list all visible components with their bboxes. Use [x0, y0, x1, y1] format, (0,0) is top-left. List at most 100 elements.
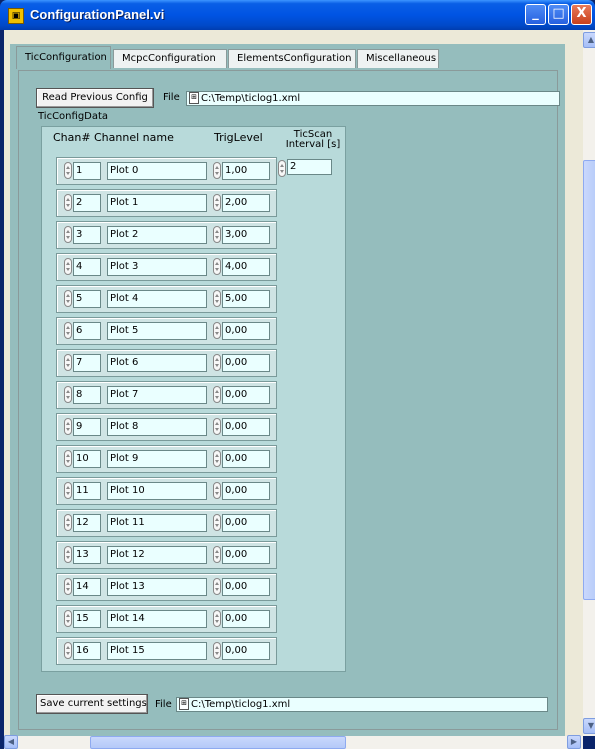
chan-spin-icon[interactable]	[64, 226, 72, 243]
channel-name-field[interactable]: Plot 5	[107, 322, 207, 340]
chan-number-field[interactable]: 8	[73, 386, 101, 404]
close-button[interactable]: X	[571, 4, 592, 25]
channel-name-field[interactable]: Plot 1	[107, 194, 207, 212]
chan-spin-icon[interactable]	[64, 354, 72, 371]
scroll-up-icon[interactable]: ▲	[583, 32, 595, 48]
chan-spin-icon[interactable]	[64, 162, 72, 179]
vertical-scroll-thumb[interactable]	[583, 160, 595, 600]
triglevel-field[interactable]: 4,00	[222, 258, 270, 276]
chan-spin-icon[interactable]	[64, 386, 72, 403]
triglevel-field[interactable]: 0,00	[222, 354, 270, 372]
channel-name-field[interactable]: Plot 13	[107, 578, 207, 596]
triglevel-field[interactable]: 3,00	[222, 226, 270, 244]
read-file-path-field[interactable]: ⊞ C:\Temp\ticlog1.xml	[186, 91, 560, 106]
channel-name-field[interactable]: Plot 11	[107, 514, 207, 532]
tab-elementsconfiguration[interactable]: ElementsConfiguration	[228, 49, 356, 68]
path-browse-icon[interactable]: ⊞	[189, 92, 199, 104]
maximize-button[interactable]: □	[548, 4, 569, 25]
channel-name-field[interactable]: Plot 6	[107, 354, 207, 372]
chan-number-field[interactable]: 14	[73, 578, 101, 596]
chan-number-field[interactable]: 13	[73, 546, 101, 564]
save-file-path-field[interactable]: ⊞ C:\Temp\ticlog1.xml	[176, 697, 548, 712]
triglevel-field[interactable]: 0,00	[222, 450, 270, 468]
triglevel-spin-icon[interactable]	[213, 162, 221, 179]
triglevel-spin-icon[interactable]	[213, 226, 221, 243]
chan-spin-icon[interactable]	[64, 514, 72, 531]
chan-number-field[interactable]: 11	[73, 482, 101, 500]
triglevel-field[interactable]: 0,00	[222, 610, 270, 628]
scan-interval-field[interactable]: 2	[287, 159, 332, 175]
title-bar[interactable]: ▣ ConfigurationPanel.vi _ □ X	[0, 0, 595, 30]
triglevel-field[interactable]: 0,00	[222, 418, 270, 436]
triglevel-field[interactable]: 1,00	[222, 162, 270, 180]
chan-number-field[interactable]: 2	[73, 194, 101, 212]
channel-name-field[interactable]: Plot 0	[107, 162, 207, 180]
chan-spin-icon[interactable]	[64, 258, 72, 275]
chan-spin-icon[interactable]	[64, 546, 72, 563]
channel-name-field[interactable]: Plot 9	[107, 450, 207, 468]
chan-number-field[interactable]: 5	[73, 290, 101, 308]
horizontal-scroll-thumb[interactable]	[90, 736, 346, 749]
triglevel-field[interactable]: 0,00	[222, 546, 270, 564]
scroll-right-icon[interactable]: ▶	[567, 735, 581, 749]
channel-name-field[interactable]: Plot 12	[107, 546, 207, 564]
triglevel-spin-icon[interactable]	[213, 354, 221, 371]
triglevel-field[interactable]: 0,00	[222, 482, 270, 500]
triglevel-spin-icon[interactable]	[213, 578, 221, 595]
scroll-down-icon[interactable]: ▼	[583, 718, 595, 734]
chan-spin-icon[interactable]	[64, 610, 72, 627]
save-current-settings-button[interactable]: Save current settings	[36, 694, 148, 714]
chan-number-field[interactable]: 15	[73, 610, 101, 628]
chan-spin-icon[interactable]	[64, 482, 72, 499]
triglevel-spin-icon[interactable]	[213, 194, 221, 211]
channel-name-field[interactable]: Plot 4	[107, 290, 207, 308]
scan-interval-spin-icon[interactable]	[278, 160, 286, 177]
chan-spin-icon[interactable]	[64, 450, 72, 467]
triglevel-spin-icon[interactable]	[213, 418, 221, 435]
triglevel-spin-icon[interactable]	[213, 642, 221, 659]
triglevel-field[interactable]: 2,00	[222, 194, 270, 212]
chan-number-field[interactable]: 1	[73, 162, 101, 180]
tab-miscellaneous[interactable]: Miscellaneous	[357, 49, 439, 68]
horizontal-scrollbar[interactable]: ◀ ▶	[4, 735, 583, 749]
chan-spin-icon[interactable]	[64, 290, 72, 307]
chan-spin-icon[interactable]	[64, 578, 72, 595]
chan-spin-icon[interactable]	[64, 642, 72, 659]
triglevel-spin-icon[interactable]	[213, 322, 221, 339]
channel-name-field[interactable]: Plot 2	[107, 226, 207, 244]
labview-vi-icon[interactable]: ▣	[8, 8, 24, 24]
triglevel-spin-icon[interactable]	[213, 386, 221, 403]
channel-name-field[interactable]: Plot 8	[107, 418, 207, 436]
tab-ticconfiguration[interactable]: TicConfiguration	[16, 46, 111, 69]
triglevel-field[interactable]: 0,00	[222, 514, 270, 532]
chan-number-field[interactable]: 16	[73, 642, 101, 660]
chan-number-field[interactable]: 9	[73, 418, 101, 436]
triglevel-field[interactable]: 5,00	[222, 290, 270, 308]
scroll-left-icon[interactable]: ◀	[4, 735, 18, 749]
chan-number-field[interactable]: 12	[73, 514, 101, 532]
chan-number-field[interactable]: 3	[73, 226, 101, 244]
vertical-scrollbar[interactable]: ▲ ▼	[583, 30, 595, 736]
channel-name-field[interactable]: Plot 14	[107, 610, 207, 628]
chan-number-field[interactable]: 10	[73, 450, 101, 468]
triglevel-spin-icon[interactable]	[213, 290, 221, 307]
chan-spin-icon[interactable]	[64, 418, 72, 435]
channel-name-field[interactable]: Plot 3	[107, 258, 207, 276]
chan-number-field[interactable]: 4	[73, 258, 101, 276]
chan-spin-icon[interactable]	[64, 194, 72, 211]
triglevel-spin-icon[interactable]	[213, 546, 221, 563]
channel-name-field[interactable]: Plot 7	[107, 386, 207, 404]
triglevel-spin-icon[interactable]	[213, 450, 221, 467]
triglevel-spin-icon[interactable]	[213, 482, 221, 499]
triglevel-field[interactable]: 0,00	[222, 322, 270, 340]
minimize-button[interactable]: _	[525, 4, 546, 25]
triglevel-field[interactable]: 0,00	[222, 642, 270, 660]
channel-name-field[interactable]: Plot 15	[107, 642, 207, 660]
path-browse-icon[interactable]: ⊞	[179, 698, 189, 710]
triglevel-spin-icon[interactable]	[213, 258, 221, 275]
chan-number-field[interactable]: 7	[73, 354, 101, 372]
read-previous-config-button[interactable]: Read Previous Config	[36, 88, 154, 108]
channel-name-field[interactable]: Plot 10	[107, 482, 207, 500]
triglevel-spin-icon[interactable]	[213, 610, 221, 627]
chan-spin-icon[interactable]	[64, 322, 72, 339]
